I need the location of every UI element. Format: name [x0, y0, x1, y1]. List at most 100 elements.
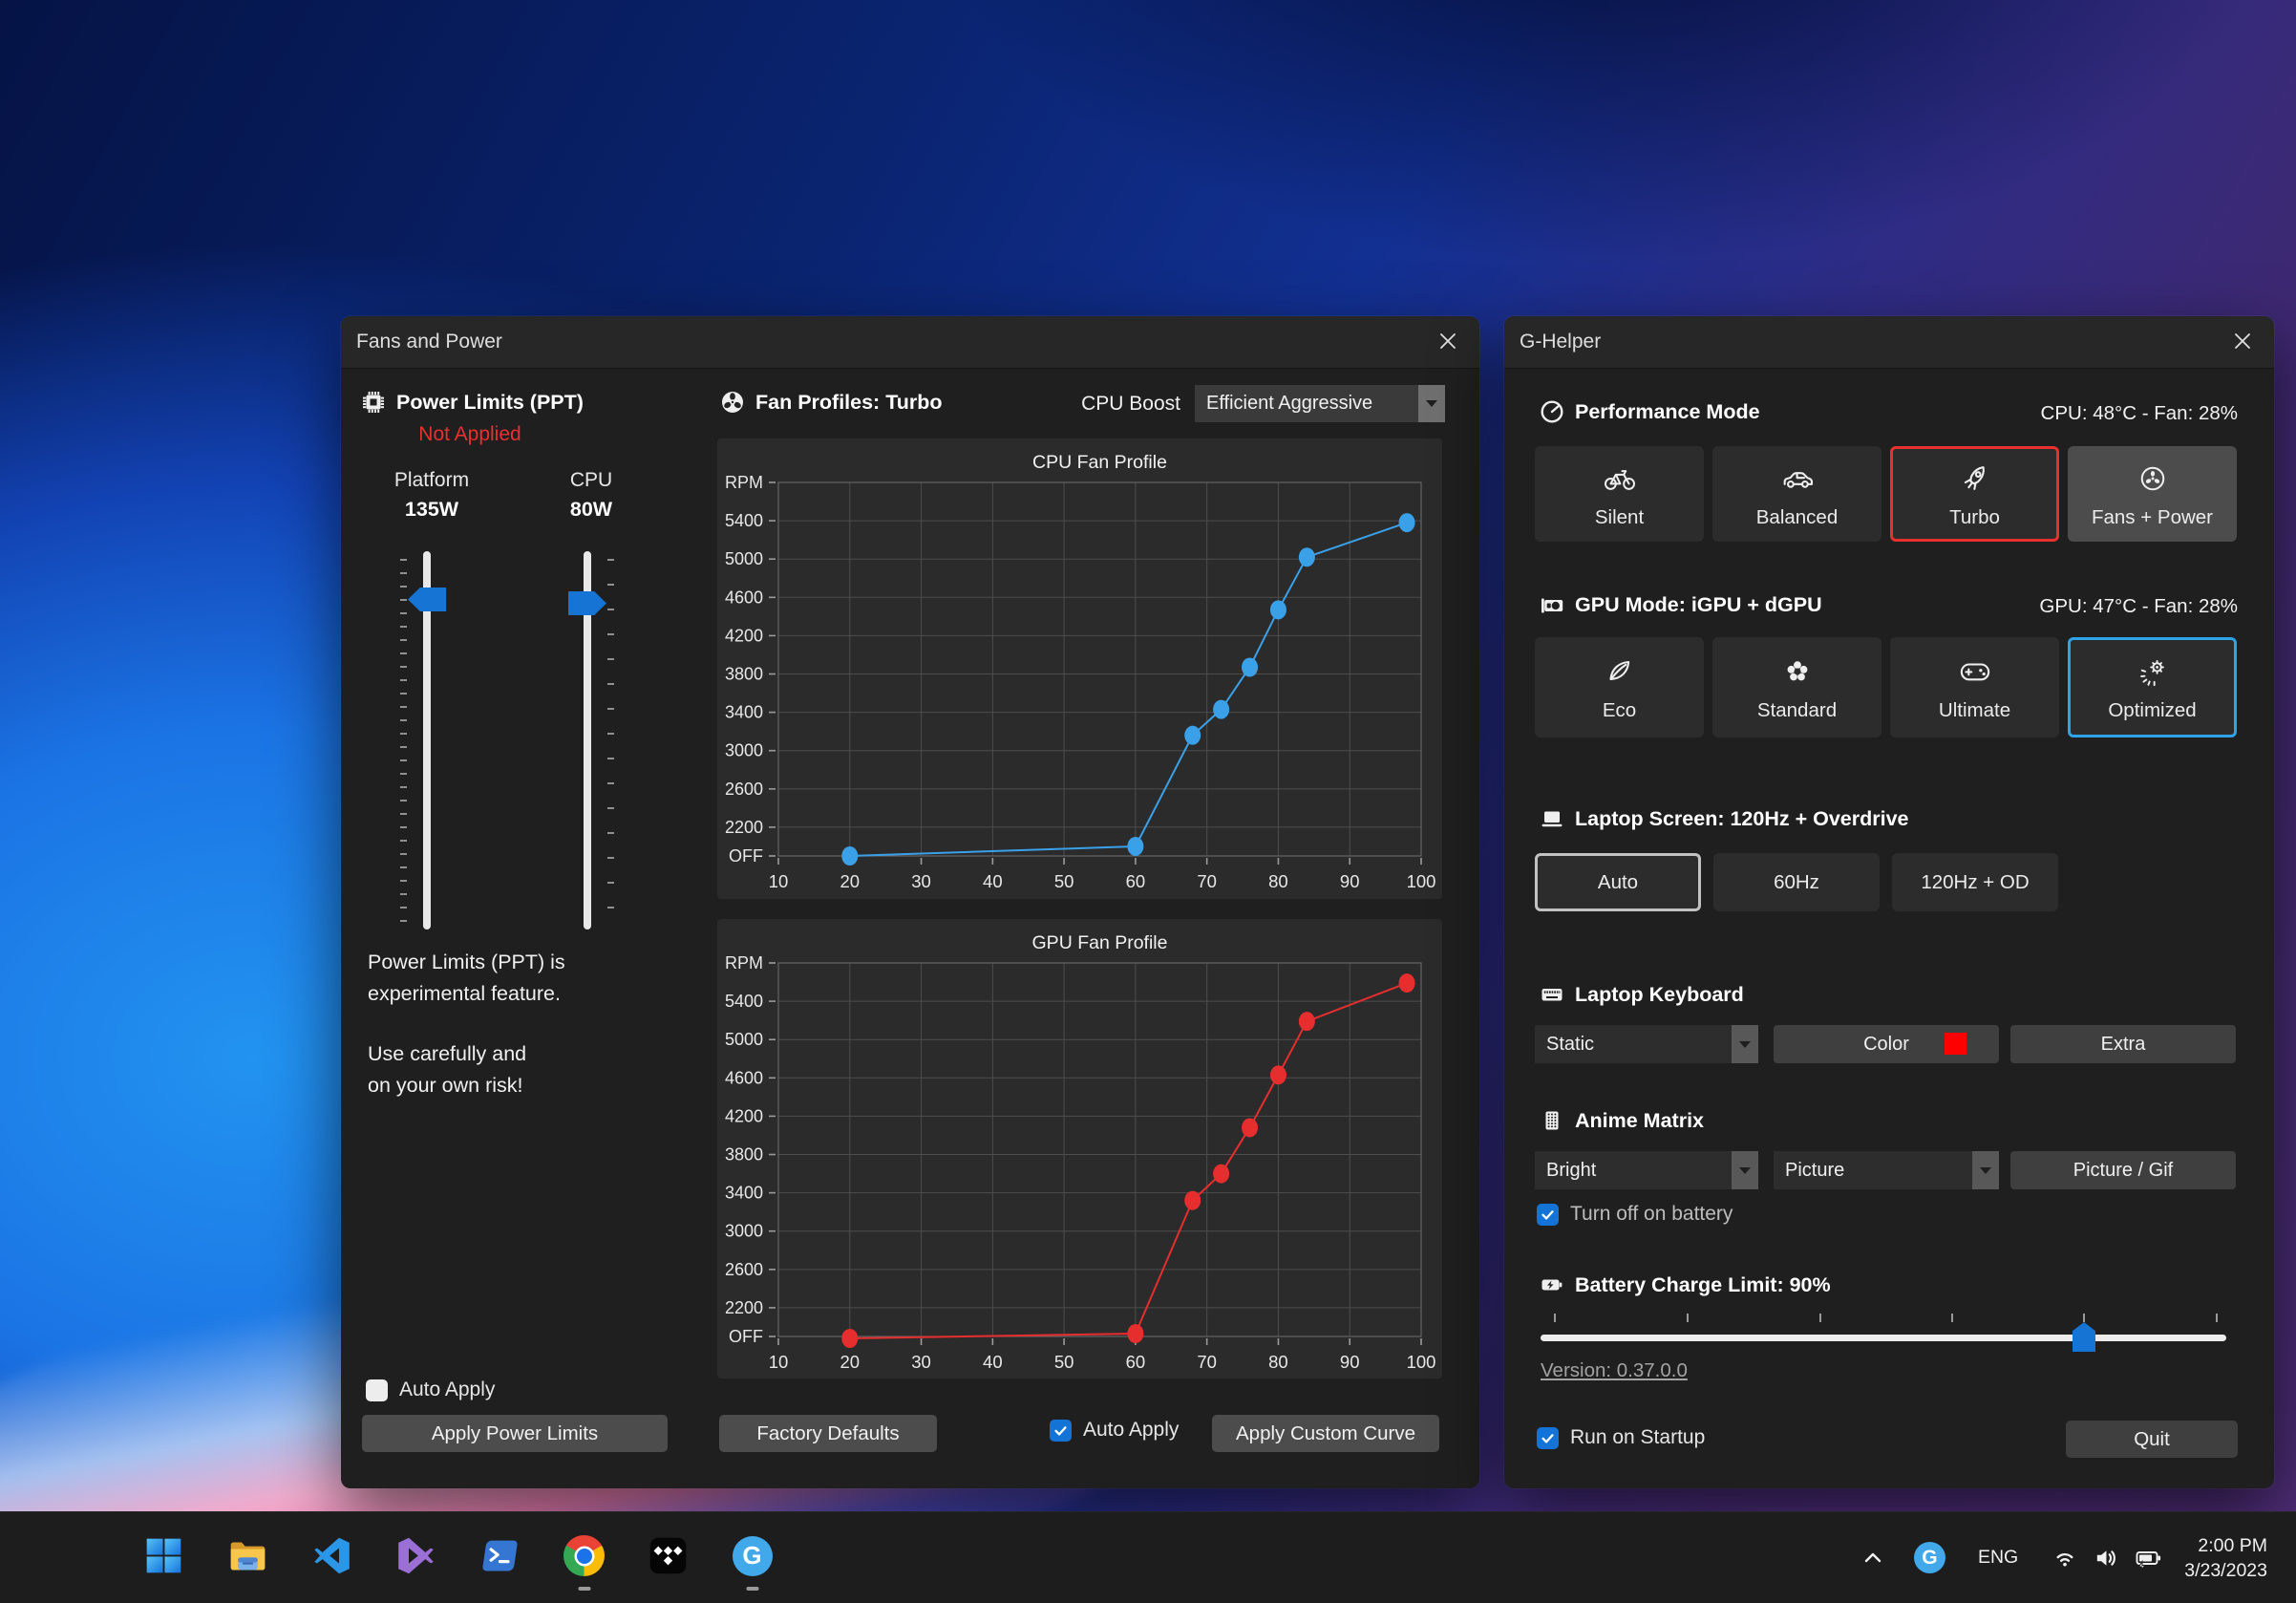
mode-button-label: Balanced	[1756, 506, 1838, 529]
gpu-mode-button-eco[interactable]: Eco	[1535, 637, 1704, 737]
matrix-brightness-dropdown[interactable]: Bright	[1535, 1151, 1758, 1189]
gpu-mode-button-ultimate[interactable]: Ultimate	[1890, 637, 2059, 737]
volume-icon[interactable]	[2093, 1544, 2121, 1572]
matrix-mode-dropdown[interactable]: Picture	[1774, 1151, 1999, 1189]
cpu-fan-profile-chart[interactable]: OFF220026003000340038004200460050005400R…	[717, 438, 1442, 899]
gpu-fan-profile-chart[interactable]: OFF220026003000340038004200460050005400R…	[717, 919, 1442, 1379]
g-helper-window: G-Helper Performance Mode CPU: 48°C - Fa…	[1504, 316, 2274, 1488]
matrix-mode-value: Picture	[1774, 1151, 1972, 1189]
performance-mode-button-fans-power[interactable]: Fans + Power	[2068, 446, 2237, 542]
slider-track[interactable]	[1541, 1335, 2226, 1341]
screen-mode-button-120hz-od[interactable]: 120Hz + OD	[1892, 853, 2058, 911]
g-helper-titlebar[interactable]: G-Helper	[1504, 316, 2274, 369]
version-link[interactable]: Version: 0.37.0.0	[1541, 1359, 1688, 1382]
svg-text:OFF: OFF	[729, 1327, 763, 1346]
gpu-mode-button-standard[interactable]: Standard	[1712, 637, 1881, 737]
matrix-battery-checkbox-row: Turn off on battery	[1537, 1203, 1733, 1226]
svg-text:100: 100	[1407, 1352, 1436, 1372]
performance-mode-button-balanced[interactable]: Balanced	[1712, 446, 1881, 542]
svg-text:2200: 2200	[725, 818, 763, 837]
svg-text:90: 90	[1340, 871, 1360, 891]
gpu-mode-button-optimized[interactable]: Optimized	[2068, 637, 2237, 737]
taskbar-vscode-icon[interactable]	[309, 1533, 354, 1578]
mode-button-label: Turbo	[1949, 506, 2000, 529]
apply-custom-curve-button[interactable]: Apply Custom Curve	[1212, 1415, 1439, 1452]
performance-mode-button-turbo[interactable]: Turbo	[1890, 446, 2059, 542]
turn-off-on-battery-label: Turn off on battery	[1570, 1203, 1733, 1226]
keyboard-mode-dropdown[interactable]: Static	[1535, 1025, 1758, 1063]
apply-power-limits-button[interactable]: Apply Power Limits	[362, 1415, 668, 1452]
gpu-card-icon	[1539, 591, 1565, 618]
chip-icon	[360, 389, 387, 416]
run-on-startup-checkbox[interactable]	[1537, 1427, 1559, 1449]
taskbar-tidal-icon[interactable]	[646, 1533, 691, 1578]
cpu-boost-dropdown[interactable]: Efficient Aggressive	[1195, 385, 1445, 422]
mode-button-label: Auto	[1598, 871, 1638, 894]
mode-button-label: 60Hz	[1774, 871, 1819, 894]
taskbar-visual-studio-icon[interactable]	[393, 1533, 438, 1578]
close-button[interactable]	[1430, 325, 1466, 361]
screen-mode-buttons: Auto 60Hz 120Hz + OD	[1535, 853, 2058, 911]
taskbar-terminal-icon[interactable]	[478, 1533, 522, 1578]
battery-tray-icon[interactable]	[2135, 1544, 2163, 1572]
taskbar-file-explorer-icon[interactable]	[225, 1533, 270, 1578]
cpu-power-slider[interactable]	[557, 551, 618, 930]
keyboard-color-button[interactable]: Color	[1774, 1025, 1999, 1063]
curve-auto-apply-checkbox[interactable]	[1050, 1420, 1072, 1442]
svg-text:RPM: RPM	[725, 953, 763, 972]
svg-text:4200: 4200	[725, 626, 763, 645]
power-auto-apply-checkbox[interactable]	[366, 1379, 388, 1401]
matrix-picture-gif-button[interactable]: Picture / Gif	[2010, 1151, 2236, 1189]
chevron-down-icon[interactable]	[1732, 1151, 1758, 1189]
platform-power-slider[interactable]	[396, 551, 457, 930]
svg-text:5000: 5000	[725, 549, 763, 568]
power-limits-warning2: Use carefully and on your own risk!	[368, 1038, 526, 1101]
slider-thumb[interactable]	[408, 588, 446, 611]
tray-language-indicator[interactable]: ENG	[1978, 1547, 2018, 1569]
mode-button-label: 120Hz + OD	[1921, 871, 2029, 894]
performance-mode-button-silent[interactable]: Silent	[1535, 446, 1704, 542]
keyboard-color-label: Color	[1863, 1034, 1909, 1056]
svg-text:20: 20	[840, 871, 860, 891]
slider-thumb[interactable]	[2073, 1322, 2095, 1352]
svg-text:50: 50	[1054, 871, 1074, 891]
close-icon	[2232, 331, 2253, 356]
close-button[interactable]	[2224, 325, 2261, 361]
keyboard-extra-button[interactable]: Extra	[2010, 1025, 2236, 1063]
keyboard-controls-row: Static Color Extra	[1535, 1025, 2236, 1063]
taskbar-chrome-icon[interactable]	[562, 1533, 606, 1578]
chart-title: CPU Fan Profile	[1032, 452, 1167, 473]
taskbar-app-icons: G	[141, 1533, 775, 1578]
slider-thumb[interactable]	[568, 591, 606, 615]
turn-off-on-battery-checkbox[interactable]	[1537, 1204, 1559, 1226]
warning-line: on your own risk!	[368, 1070, 526, 1101]
svg-text:3000: 3000	[725, 741, 763, 760]
battery-charge-limit-slider[interactable]	[1541, 1308, 2226, 1367]
chevron-down-icon[interactable]	[1972, 1151, 1999, 1189]
warning-line: Power Limits (PPT) is	[368, 947, 565, 978]
taskbar-g-helper-icon[interactable]: G	[730, 1533, 775, 1578]
wifi-icon[interactable]	[2051, 1544, 2079, 1572]
screen-mode-button-auto[interactable]: Auto	[1535, 853, 1701, 911]
svg-text:3000: 3000	[725, 1222, 763, 1241]
slider-tick	[2216, 1314, 2218, 1322]
gpu-mode-header: GPU Mode: iGPU + dGPU	[1539, 591, 1822, 618]
tray-chevron-up-icon[interactable]	[1859, 1544, 1887, 1572]
matrix-brightness-value: Bright	[1535, 1151, 1732, 1189]
taskbar-start-icon[interactable]	[141, 1533, 186, 1578]
svg-text:5400: 5400	[725, 511, 763, 530]
color-swatch[interactable]	[1945, 1033, 1966, 1055]
chevron-down-icon[interactable]	[1418, 385, 1445, 422]
slider-tick	[1687, 1314, 1689, 1322]
tray-g-helper-icon[interactable]: G	[1914, 1542, 1945, 1573]
screen-mode-button-60hz[interactable]: 60Hz	[1713, 853, 1880, 911]
svg-text:4600: 4600	[725, 1068, 763, 1087]
factory-defaults-button[interactable]: Factory Defaults	[719, 1415, 937, 1452]
tray-clock[interactable]: 2:00 PM 3/23/2023	[2184, 1533, 2267, 1583]
svg-text:5000: 5000	[725, 1030, 763, 1049]
fans-window-titlebar[interactable]: Fans and Power	[341, 316, 1479, 369]
quit-button[interactable]: Quit	[2066, 1421, 2238, 1458]
chevron-down-icon[interactable]	[1732, 1025, 1758, 1063]
gpu-mode-heading: GPU Mode: iGPU + dGPU	[1575, 593, 1822, 617]
svg-text:2200: 2200	[725, 1298, 763, 1317]
